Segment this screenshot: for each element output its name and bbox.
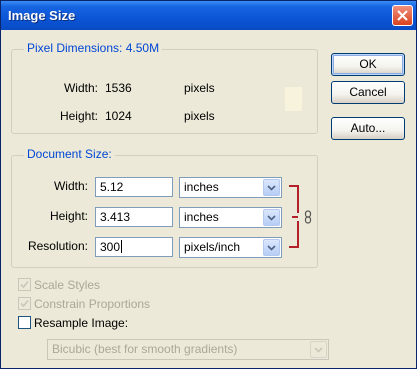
pixel-dimensions-label: Pixel Dimensions: (27, 41, 123, 55)
resample-image-checkbox[interactable] (18, 316, 31, 329)
doc-width-label: Width: (53, 179, 88, 193)
close-button[interactable] (392, 5, 413, 26)
doc-width-value: 5.12 (100, 180, 124, 194)
resolution-value: 300 (100, 240, 121, 254)
resample-dropdown-arrow (310, 341, 327, 358)
pixel-height-unit: pixels (184, 109, 215, 123)
doc-height-input[interactable]: 3.413 (95, 207, 173, 227)
chevron-down-icon (267, 215, 276, 221)
doc-height-label: Height: (49, 209, 88, 223)
checkmark-icon (20, 299, 29, 308)
pixel-dimensions-size: 4.50M (125, 41, 160, 55)
pixel-height-label: Height: (59, 109, 98, 123)
doc-width-dropdown-arrow[interactable] (263, 179, 280, 196)
resample-method-value: Bicubic (best for smooth gradients) (52, 342, 238, 356)
doc-height-unit-select[interactable]: inches (179, 207, 282, 228)
resolution-label: Resolution: (27, 239, 88, 253)
chevron-down-icon (267, 245, 276, 251)
resolution-input[interactable]: 300 (95, 237, 173, 257)
auto-button[interactable]: Auto... (331, 117, 405, 140)
dialog-title: Image Size (8, 8, 76, 23)
chevron-down-icon (267, 185, 276, 191)
resample-method-select: Bicubic (best for smooth gradients) (47, 339, 329, 360)
constrain-proportions-checkbox (18, 297, 31, 310)
chevron-down-icon (314, 347, 323, 353)
doc-width-input[interactable]: 5.12 (95, 177, 173, 197)
doc-height-dropdown-arrow[interactable] (263, 209, 280, 226)
constrain-proportions-option: Constrain Proportions (18, 297, 150, 311)
close-icon (397, 10, 408, 21)
doc-height-value: 3.413 (100, 210, 131, 224)
pixel-width-value: 1536 (105, 81, 132, 95)
pixel-dimensions-legend: Pixel Dimensions: 4.50M (24, 41, 163, 55)
pixel-width-label: Width: (63, 81, 98, 95)
resolution-dropdown-arrow[interactable] (263, 239, 280, 256)
image-size-dialog: Image Size Pixel Dimensions: 4.50M Width… (0, 0, 417, 369)
preview-swatch (285, 87, 302, 111)
text-caret (121, 240, 123, 253)
pixel-width-unit: pixels (184, 81, 215, 95)
doc-width-unit-select[interactable]: inches (179, 177, 282, 198)
resample-image-option[interactable]: Resample Image: (18, 316, 128, 330)
scale-styles-label: Scale Styles (34, 278, 101, 292)
title-bar[interactable]: Image Size (1, 1, 416, 30)
resolution-unit-select[interactable]: pixels/inch (179, 237, 282, 258)
cancel-button[interactable]: Cancel (331, 81, 405, 104)
doc-height-unit: inches (184, 210, 219, 224)
constrain-proportions-label: Constrain Proportions (34, 297, 151, 311)
ok-button[interactable]: OK (331, 53, 405, 76)
resample-image-label[interactable]: Resample Image: (34, 316, 128, 330)
resolution-unit: pixels/inch (184, 240, 241, 254)
chain-link-icon (304, 210, 312, 224)
document-size-legend: Document Size: (24, 147, 115, 161)
pixel-height-value: 1024 (105, 109, 132, 123)
scale-styles-checkbox (18, 278, 31, 291)
checkmark-icon (20, 280, 29, 289)
doc-width-unit: inches (184, 180, 219, 194)
scale-styles-option: Scale Styles (18, 278, 100, 292)
